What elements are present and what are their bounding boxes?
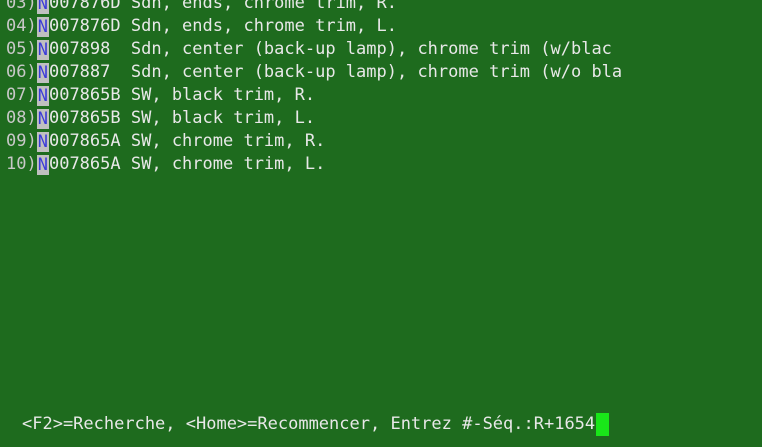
row-flag: N	[36, 108, 49, 129]
part-description: SW, black trim, L.	[130, 108, 316, 128]
row-number: 09)	[6, 131, 37, 151]
row-flag: N	[36, 62, 49, 83]
row-flag: N	[36, 131, 49, 152]
row-flag: N	[36, 154, 49, 175]
row-number: 06)	[6, 62, 37, 82]
row-number: 08)	[6, 108, 37, 128]
part-description: Sdn, center (back-up lamp), chrome trim …	[130, 62, 623, 82]
part-code: 007876D	[48, 0, 121, 13]
row-number: 03)	[6, 0, 37, 13]
row-flag: N	[36, 16, 49, 37]
row-flag: N	[36, 0, 49, 14]
list-item[interactable]: 04) N 007876D Sdn, ends, chrome trim, L.	[6, 15, 762, 38]
part-code: 007865A	[48, 154, 121, 174]
command-prompt[interactable]: <F2>=Recherche, <Home>=Recommencer, Entr…	[22, 412, 610, 437]
part-description: Sdn, ends, chrome trim, R.	[130, 0, 397, 13]
list-item[interactable]: 10) N 007865A SW, chrome trim, L.	[6, 153, 762, 176]
row-flag: N	[36, 39, 49, 60]
part-code: 007887	[48, 62, 121, 82]
part-description: SW, chrome trim, L.	[130, 154, 326, 174]
row-number: 07)	[6, 85, 37, 105]
part-code: 007865A	[48, 131, 121, 151]
part-code: 007865B	[48, 108, 121, 128]
part-description: SW, chrome trim, R.	[130, 131, 326, 151]
list-item[interactable]: 08) N 007865B SW, black trim, L.	[6, 107, 762, 130]
text-cursor[interactable]	[596, 413, 610, 436]
row-number: 05)	[6, 39, 37, 59]
results-list: 03) N 007876D Sdn, ends, chrome trim, R. 0…	[6, 0, 762, 176]
prompt-text: <F2>=Recherche, <Home>=Recommencer, Entr…	[22, 414, 596, 434]
list-item[interactable]: 06) N 007887 Sdn, center (back-up lamp), c…	[6, 61, 762, 84]
part-code: 007865B	[48, 85, 121, 105]
list-item[interactable]: 03) N 007876D Sdn, ends, chrome trim, R.	[6, 0, 762, 15]
list-item[interactable]: 05) N 007898 Sdn, center (back-up lamp), c…	[6, 38, 762, 61]
row-flag: N	[36, 85, 49, 106]
part-description: SW, black trim, R.	[130, 85, 316, 105]
part-description: Sdn, center (back-up lamp), chrome trim …	[130, 39, 612, 59]
row-number: 04)	[6, 16, 37, 36]
list-item[interactable]: 07) N 007865B SW, black trim, R.	[6, 84, 762, 107]
part-description: Sdn, ends, chrome trim, L.	[130, 16, 397, 36]
row-number: 10)	[6, 154, 37, 174]
part-code: 007876D	[48, 16, 121, 36]
terminal-screen: 03) N 007876D Sdn, ends, chrome trim, R. 0…	[0, 0, 762, 447]
list-item[interactable]: 09) N 007865A SW, chrome trim, R.	[6, 130, 762, 153]
part-code: 007898	[48, 39, 121, 59]
